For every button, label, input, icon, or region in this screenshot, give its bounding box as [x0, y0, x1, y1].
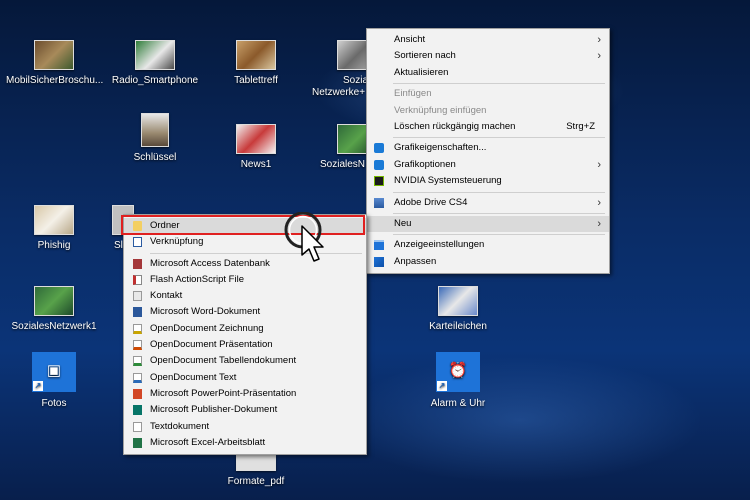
- intel-graphics-icon: [374, 143, 384, 154]
- desktop-icon-soziales-netzwerk[interactable]: SozialesN: [305, 124, 377, 171]
- contact-icon: [133, 291, 142, 302]
- menu-item-grafikeigenschaften[interactable]: Grafikeigenschaften...: [367, 140, 609, 156]
- desktop-icon-schluessel[interactable]: Schlüssel: [107, 113, 203, 164]
- desktop-icon-label: Phishig: [37, 240, 71, 251]
- ods-icon: [133, 356, 142, 367]
- chevron-right-icon: ›: [597, 50, 601, 63]
- text-document-icon: [133, 421, 142, 432]
- image-thumbnail-icon: [135, 40, 175, 70]
- alarm-clock-tile-icon: ⏰ ↗: [436, 352, 480, 392]
- odt-icon: [133, 372, 142, 383]
- odp-icon: [133, 340, 142, 351]
- menu-item-aktualisieren[interactable]: Aktualisieren: [367, 65, 609, 81]
- desktop-icon-tablettreff[interactable]: Tablettreff: [208, 40, 304, 87]
- publisher-icon: [133, 405, 142, 416]
- desktop-icon-fotos[interactable]: ▣ ↗ Fotos: [6, 352, 102, 410]
- desktop-icon-label: Tablettreff: [234, 75, 278, 86]
- odg-icon: [133, 323, 142, 334]
- chevron-right-icon: ›: [597, 158, 601, 171]
- menu-item-einfuegen[interactable]: Einfügen: [367, 86, 609, 102]
- image-thumbnail-icon: [34, 286, 74, 316]
- submenu-item-od-zeichnung[interactable]: OpenDocument Zeichnung: [124, 321, 366, 337]
- image-thumbnail-icon: [236, 40, 276, 70]
- desktop-icon-label: Netzwerke+: [312, 87, 366, 98]
- chevron-right-icon: ›: [597, 196, 601, 209]
- submenu-item-kontakt[interactable]: Kontakt: [124, 288, 366, 304]
- submenu-item-publisher[interactable]: Microsoft Publisher-Dokument: [124, 402, 366, 418]
- menu-item-anzeigeeinstellungen[interactable]: Anzeigeeinstellungen: [367, 237, 609, 253]
- desktop-icon-label: MobilSicherBroschu...: [6, 75, 104, 86]
- menu-item-sortieren-nach[interactable]: Sortieren nach ›: [367, 48, 609, 64]
- submenu-item-flash[interactable]: Flash ActionScript File: [124, 272, 366, 288]
- submenu-item-od-tabellendokument[interactable]: OpenDocument Tabellendokument: [124, 353, 366, 369]
- desktop-context-menu: Ansicht › Sortieren nach › Aktualisieren E…: [366, 28, 610, 275]
- shortcut-icon: [133, 237, 142, 248]
- desktop-icon-karteileichen[interactable]: Karteileichen: [410, 286, 506, 333]
- menu-item-neu[interactable]: Neu ›: [367, 215, 609, 233]
- menu-item-loeschen-rueckgaengig[interactable]: Löschen rückgängig machen Strg+Z: [367, 119, 609, 135]
- desktop-icon-label: Formate_pdf: [227, 476, 285, 487]
- flash-file-icon: [133, 274, 142, 285]
- adobe-drive-icon: [374, 197, 384, 208]
- chevron-right-icon: ›: [597, 217, 601, 230]
- image-thumbnail-icon: [236, 124, 276, 154]
- menu-item-adobe-drive[interactable]: Adobe Drive CS4 ›: [367, 195, 609, 211]
- shortcut-arrow-icon: ↗: [33, 381, 43, 391]
- image-thumbnail-icon: [236, 455, 276, 471]
- desktop-icon-label: Radio_Smartphone: [111, 75, 199, 86]
- desktop-icon-label: Sozia: [343, 75, 369, 86]
- menu-separator: [393, 191, 605, 193]
- submenu-item-od-text[interactable]: OpenDocument Text: [124, 370, 366, 386]
- submenu-item-textdokument[interactable]: Textdokument: [124, 419, 366, 435]
- menu-item-nvidia[interactable]: NVIDIA Systemsteuerung: [367, 173, 609, 189]
- personalize-icon: [374, 256, 384, 267]
- nvidia-icon: [374, 176, 384, 187]
- desktop-icon-news1[interactable]: News1: [208, 124, 304, 171]
- display-settings-icon: [374, 240, 384, 251]
- desktop-icon-label: Fotos: [41, 398, 67, 409]
- desktop-icon-label: SozialesNetzwerk1: [11, 321, 97, 332]
- desktop-icon-soziale-netzwerke[interactable]: Sozia Netzwerke+: [305, 40, 377, 99]
- menu-item-verknuepfung-einfuegen[interactable]: Verknüpfung einfügen: [367, 103, 609, 119]
- desktop-icon-label: Alarm & Uhr: [430, 398, 486, 409]
- desktop-icon-phishig[interactable]: Phishig: [6, 205, 102, 252]
- submenu-item-excel[interactable]: Microsoft Excel-Arbeitsblatt: [124, 435, 366, 451]
- intel-graphics-icon: [374, 159, 384, 170]
- mouse-cursor-icon: [284, 212, 324, 262]
- powerpoint-icon: [133, 388, 142, 399]
- menu-item-grafikoptionen[interactable]: Grafikoptionen ›: [367, 157, 609, 173]
- menu-separator: [393, 212, 605, 214]
- desktop-icon-label: Schlüssel: [133, 152, 177, 163]
- desktop-icon-label: SozialesN: [320, 159, 366, 170]
- image-thumbnail-icon: [34, 205, 74, 235]
- shortcut-label: Strg+Z: [566, 120, 595, 132]
- desktop-icon-radio-smartphone[interactable]: Radio_Smartphone: [107, 40, 203, 87]
- chevron-right-icon: ›: [597, 34, 601, 46]
- submenu-item-powerpoint[interactable]: Microsoft PowerPoint-Präsentation: [124, 386, 366, 402]
- desktop-icon-label: Karteileichen: [429, 321, 487, 332]
- desktop-icon-label: News1: [240, 159, 272, 170]
- access-icon: [133, 258, 142, 269]
- word-icon: [133, 307, 142, 318]
- photos-tile-icon: ▣ ↗: [32, 352, 76, 392]
- submenu-item-od-praesentation[interactable]: OpenDocument Präsentation: [124, 337, 366, 353]
- menu-separator: [393, 234, 605, 236]
- menu-separator: [393, 137, 605, 139]
- excel-icon: [133, 437, 142, 448]
- desktop-icon-mobilsicher[interactable]: MobilSicherBroschu...: [6, 40, 104, 87]
- desktop-icon-soziales-netzwerk1[interactable]: SozialesNetzwerk1: [6, 286, 102, 333]
- menu-item-ansicht[interactable]: Ansicht ›: [367, 32, 609, 48]
- menu-separator: [393, 83, 605, 85]
- image-thumbnail-icon: [34, 40, 74, 70]
- image-thumbnail-icon: [141, 113, 169, 147]
- desktop-icon-alarm-uhr[interactable]: ⏰ ↗ Alarm & Uhr: [410, 352, 506, 410]
- image-thumbnail-icon: [438, 286, 478, 316]
- shortcut-arrow-icon: ↗: [437, 381, 447, 391]
- submenu-item-word[interactable]: Microsoft Word-Dokument: [124, 304, 366, 320]
- menu-item-anpassen[interactable]: Anpassen: [367, 254, 609, 270]
- desktop-icon-formate-pdf[interactable]: Formate_pdf: [208, 455, 304, 488]
